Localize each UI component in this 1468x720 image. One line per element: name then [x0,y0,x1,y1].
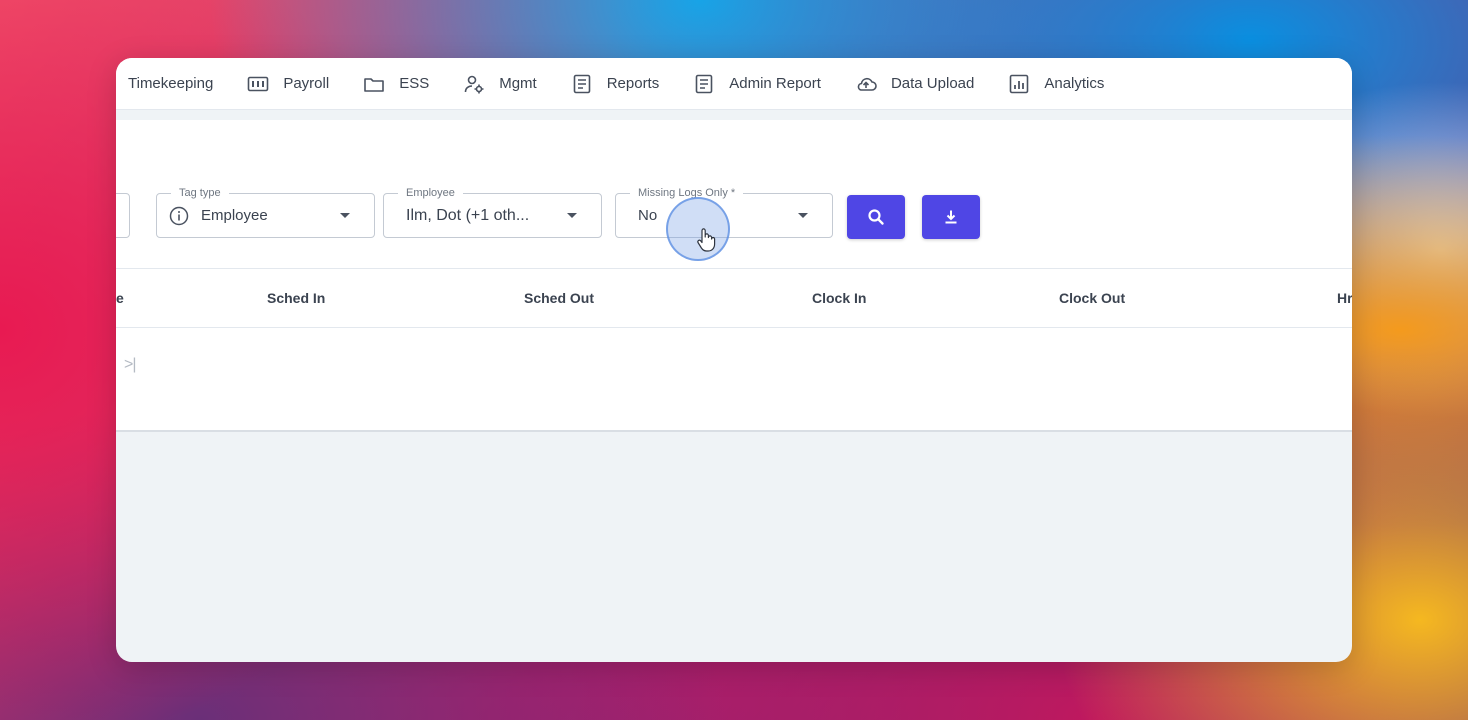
search-icon [868,209,884,225]
info-icon [169,206,189,225]
nav-item-label: Payroll [283,75,330,92]
nav-item-timekeeping[interactable]: Timekeeping [128,58,213,109]
nav-item-label: Mgmt [499,75,537,92]
nav-item-data-upload[interactable]: Data Upload [855,58,974,109]
nav-item-admin-report[interactable]: Admin Report [693,58,821,109]
hand-pointer-icon [697,228,716,252]
top-navigation: Timekeeping Payroll ESS Mgmt Reports Adm… [116,58,1352,110]
nav-item-label: Data Upload [890,75,975,92]
column-header-sched-out[interactable]: Sched Out [524,290,594,306]
employee-label: Employee [398,186,463,200]
chart-icon [1008,73,1030,95]
download-icon [945,210,957,224]
employee-value: Ilm, Dot (+1 oth... [406,206,530,224]
nav-item-reports[interactable]: Reports [571,58,660,109]
column-header-clock-in[interactable]: Clock In [812,290,866,306]
user-gear-icon [463,73,485,95]
missing-logs-value: No [638,207,658,224]
nav-item-label: Timekeeping [128,75,214,92]
search-button[interactable] [847,195,905,239]
nav-item-mgmt[interactable]: Mgmt [463,58,537,109]
chevron-down-icon [798,213,808,218]
app-window: Timekeeping Payroll ESS Mgmt Reports Adm… [116,58,1352,662]
employee-select[interactable]: Employee Ilm, Dot (+1 oth... [383,186,602,238]
document-icon [571,73,593,95]
column-header-sched-in[interactable]: Sched In [267,290,325,306]
payroll-icon [247,73,269,95]
tag-type-select[interactable]: Tag type Employee [156,186,375,238]
download-button[interactable] [922,195,980,239]
chevron-down-icon [567,213,577,218]
report-card: Tag type Employee Employee Ilm, Dot (+1 … [116,120,1352,432]
clipped-filter-field[interactable] [116,193,130,238]
column-header-hrs[interactable]: Hr [1337,290,1352,306]
nav-item-label: Analytics [1044,75,1105,92]
nav-item-analytics[interactable]: Analytics [1008,58,1104,109]
pager-last-button[interactable]: >| [124,356,136,374]
tag-type-label: Tag type [171,186,229,200]
nav-item-label: Admin Report [729,75,821,92]
nav-item-payroll[interactable]: Payroll [247,58,329,109]
folder-icon [363,73,385,95]
nav-item-label: ESS [399,75,430,92]
column-header-clock-out[interactable]: Clock Out [1059,290,1125,306]
nav-item-label: Reports [606,75,660,92]
nav-item-ess[interactable]: ESS [363,58,429,109]
column-header[interactable]: e [116,290,124,306]
cloud-upload-icon [855,73,877,95]
chevron-down-icon [340,213,350,218]
tag-type-value: Employee [201,207,268,224]
table-header: e Sched In Sched Out Clock In Clock Out … [116,268,1352,328]
document-icon [693,73,715,95]
